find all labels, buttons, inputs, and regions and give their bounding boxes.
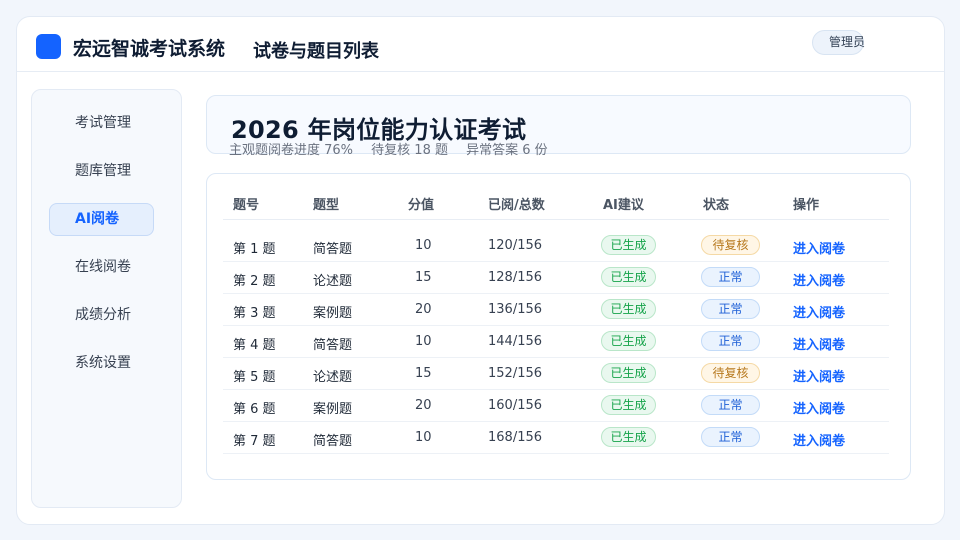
question-type: 简答题 — [313, 338, 353, 353]
sidebar-item-online-grading[interactable]: 在线阅卷 — [49, 251, 154, 284]
question-number: 第 2 题 — [233, 274, 276, 289]
question-type: 简答题 — [313, 434, 353, 449]
ai-suggestion-badge: 已生成 — [601, 363, 656, 383]
ai-suggestion-badge: 已生成 — [601, 235, 656, 255]
table-row: 第 1 题 简答题 10 120/156 已生成 待复核 进入阅卷 — [223, 230, 889, 262]
col-header-score: 分值 — [408, 198, 435, 213]
table-row: 第 3 题 案例题 20 136/156 已生成 正常 进入阅卷 — [223, 294, 889, 326]
header-bar: 宏远智诚考试系统 试卷与题目列表 管理员 — [17, 17, 944, 72]
ai-suggestion-badge: 已生成 — [601, 331, 656, 351]
question-number: 第 3 题 — [233, 306, 276, 321]
graded-progress: 136/156 — [488, 302, 543, 317]
enter-grading-link[interactable]: 进入阅卷 — [793, 302, 845, 321]
enter-grading-link[interactable]: 进入阅卷 — [793, 366, 845, 385]
question-table: 题号 题型 分值 已阅/总数 AI建议 状态 操作 第 1 题简答题 10 120/… — [206, 173, 911, 480]
enter-grading-link[interactable]: 进入阅卷 — [793, 270, 845, 289]
question-score: 20 — [415, 302, 432, 317]
sidebar: 考试管理 题库管理 AI阅卷 在线阅卷 成绩分析 系统设置 — [31, 89, 182, 508]
table-row: 第 2 题 论述题 15 128/156 已生成 正常 进入阅卷 — [223, 262, 889, 294]
app-name: 宏远智诚考试系统 — [73, 38, 226, 60]
page-title: 试卷与题目列表 — [253, 41, 379, 62]
status-badge: 正常 — [701, 395, 760, 415]
graded-progress: 128/156 — [488, 270, 543, 285]
app-window: 宏远智诚考试系统 试卷与题目列表 管理员 考试管理 题库管理 AI阅卷 在线阅卷… — [16, 16, 945, 525]
question-number: 第 4 题 — [233, 338, 276, 353]
sidebar-item-ai-grading[interactable]: AI阅卷 — [49, 203, 154, 236]
question-score: 15 — [415, 270, 432, 285]
graded-progress: 144/156 — [488, 334, 543, 349]
question-score: 15 — [415, 366, 432, 381]
col-header-number: 题号 — [233, 198, 260, 213]
graded-progress: 160/156 — [488, 398, 543, 413]
pending-review-text: 待复核 18 题 — [371, 143, 448, 158]
ai-suggestion-badge: 已生成 — [601, 267, 656, 287]
question-number: 第 6 题 — [233, 402, 276, 417]
question-score: 10 — [415, 238, 432, 253]
col-header-action: 操作 — [793, 198, 820, 213]
status-badge: 正常 — [701, 331, 760, 351]
col-header-status: 状态 — [703, 198, 730, 213]
question-number: 第 5 题 — [233, 370, 276, 385]
col-header-progress: 已阅/总数 — [488, 198, 545, 213]
table-row: 第 7 题 简答题 10 168/156 已生成 正常 进入阅卷 — [223, 422, 889, 454]
sidebar-item-exam-management[interactable]: 考试管理 — [49, 107, 154, 140]
enter-grading-link[interactable]: 进入阅卷 — [793, 238, 845, 257]
grading-progress-text: 主观题阅卷进度 76% — [229, 143, 354, 158]
question-number: 第 1 题 — [233, 242, 276, 257]
enter-grading-link[interactable]: 进入阅卷 — [793, 334, 845, 353]
enter-grading-link[interactable]: 进入阅卷 — [793, 398, 845, 417]
question-number: 第 7 题 — [233, 434, 276, 449]
question-score: 10 — [415, 430, 432, 445]
sidebar-item-system-settings[interactable]: 系统设置 — [49, 347, 154, 380]
status-badge: 正常 — [701, 427, 760, 447]
sidebar-item-question-bank[interactable]: 题库管理 — [49, 155, 154, 188]
abnormal-answers-text: 异常答案 6 份 — [466, 143, 548, 158]
graded-progress: 152/156 — [488, 366, 543, 381]
enter-grading-link[interactable]: 进入阅卷 — [793, 430, 845, 449]
ai-suggestion-badge: 已生成 — [601, 427, 656, 447]
graded-progress: 168/156 — [488, 430, 543, 445]
exam-summary-card: 2026 年岗位能力认证考试 主观题阅卷进度 76% 待复核 18 题 异常答案… — [206, 95, 911, 158]
status-badge: 正常 — [701, 267, 760, 287]
col-header-type: 题型 — [313, 198, 340, 213]
question-type: 案例题 — [313, 306, 353, 321]
question-type: 案例题 — [313, 402, 353, 417]
status-badge: 待复核 — [701, 235, 760, 255]
status-badge: 待复核 — [701, 363, 760, 383]
table-row: 第 6 题 案例题 20 160/156 已生成 正常 进入阅卷 — [223, 390, 889, 422]
question-score: 20 — [415, 398, 432, 413]
user-role-badge[interactable]: 管理员 — [812, 30, 865, 55]
question-type: 简答题 — [313, 242, 353, 257]
table-row: 第 4 题 简答题 10 144/156 已生成 正常 进入阅卷 — [223, 326, 889, 358]
ai-suggestion-badge: 已生成 — [601, 299, 656, 319]
status-badge: 正常 — [701, 299, 760, 319]
ai-suggestion-badge: 已生成 — [601, 395, 656, 415]
exam-stats: 主观题阅卷进度 76% 待复核 18 题 异常答案 6 份 — [229, 139, 562, 158]
table-row: 第 5 题 论述题 15 152/156 已生成 待复核 进入阅卷 — [223, 358, 889, 390]
table-header: 题号 题型 分值 已阅/总数 AI建议 状态 操作 — [223, 174, 889, 220]
graded-progress: 120/156 — [488, 238, 543, 253]
col-header-ai: AI建议 — [603, 198, 644, 213]
logo-icon — [36, 34, 61, 59]
question-type: 论述题 — [313, 274, 353, 289]
question-type: 论述题 — [313, 370, 353, 385]
question-score: 10 — [415, 334, 432, 349]
sidebar-item-score-analysis[interactable]: 成绩分析 — [49, 299, 154, 332]
